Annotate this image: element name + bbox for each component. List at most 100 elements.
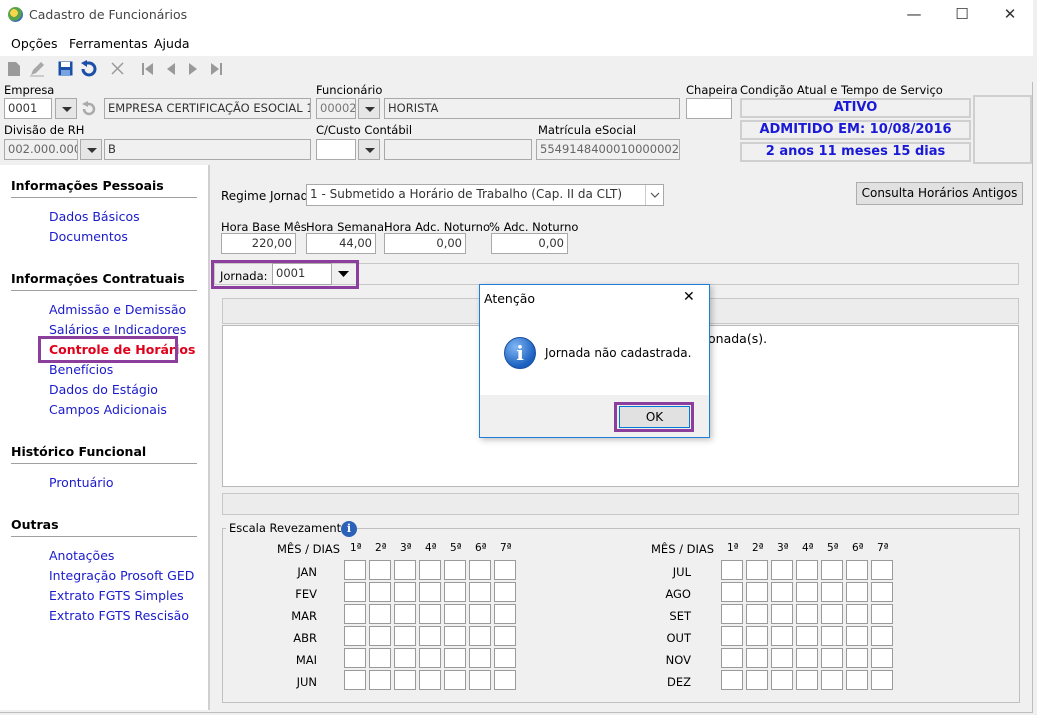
last-record-icon[interactable] (210, 63, 222, 75)
escala-cell[interactable] (721, 582, 743, 602)
escala-cell[interactable] (746, 670, 768, 690)
escala-cell[interactable] (394, 604, 416, 624)
sidebar-item-extrato-fgts-simples[interactable]: Extrato FGTS Simples (49, 588, 184, 603)
escala-cell[interactable] (419, 626, 441, 646)
escala-cell[interactable] (721, 560, 743, 580)
escala-cell[interactable] (871, 582, 893, 602)
escala-cell[interactable] (394, 560, 416, 580)
escala-cell[interactable] (494, 582, 516, 602)
escala-cell[interactable] (344, 626, 366, 646)
escala-cell[interactable] (796, 648, 818, 668)
escala-cell[interactable] (771, 670, 793, 690)
close-button[interactable]: ✕ (987, 3, 1033, 27)
escala-cell[interactable] (846, 560, 868, 580)
sidebar-item-dados-basicos[interactable]: Dados Básicos (49, 209, 140, 224)
divisao-dropdown-button[interactable] (80, 139, 102, 160)
escala-cell[interactable] (369, 670, 391, 690)
escala-cell[interactable] (796, 582, 818, 602)
escala-cell[interactable] (444, 560, 466, 580)
escala-cell[interactable] (494, 560, 516, 580)
sidebar-item-salarios[interactable]: Salários e Indicadores (49, 322, 186, 337)
escala-cell[interactable] (871, 604, 893, 624)
funcionario-code-field[interactable]: 00002 (316, 98, 356, 119)
escala-cell[interactable] (821, 560, 843, 580)
previous-record-icon[interactable] (166, 63, 176, 75)
next-record-icon[interactable] (188, 63, 198, 75)
escala-cell[interactable] (494, 670, 516, 690)
escala-cell[interactable] (344, 604, 366, 624)
escala-cell[interactable] (771, 582, 793, 602)
escala-cell[interactable] (444, 604, 466, 624)
delete-icon[interactable] (110, 61, 125, 76)
escala-cell[interactable] (821, 604, 843, 624)
edit-icon[interactable] (29, 61, 45, 77)
escala-cell[interactable] (846, 626, 868, 646)
escala-cell[interactable] (796, 670, 818, 690)
escala-cell[interactable] (444, 648, 466, 668)
empresa-code-field[interactable]: 0001 (4, 98, 52, 119)
hora-adc-noturno-field[interactable]: 0,00 (384, 233, 466, 254)
sidebar-item-prontuario[interactable]: Prontuário (49, 475, 114, 490)
escala-cell[interactable] (721, 626, 743, 646)
escala-cell[interactable] (796, 560, 818, 580)
escala-cell[interactable] (369, 560, 391, 580)
dialog-close-button[interactable]: ✕ (683, 289, 695, 305)
escala-cell[interactable] (846, 582, 868, 602)
escala-cell[interactable] (871, 648, 893, 668)
escala-cell[interactable] (369, 582, 391, 602)
escala-cell[interactable] (721, 648, 743, 668)
escala-cell[interactable] (394, 582, 416, 602)
menu-opcoes[interactable]: Opções (11, 36, 58, 51)
escala-cell[interactable] (721, 670, 743, 690)
chapeira-field[interactable] (686, 98, 732, 119)
escala-cell[interactable] (846, 670, 868, 690)
sidebar-item-campos-adicionais[interactable]: Campos Adicionais (49, 402, 167, 417)
escala-cell[interactable] (721, 604, 743, 624)
escala-cell[interactable] (394, 648, 416, 668)
sidebar-item-documentos[interactable]: Documentos (49, 229, 128, 244)
refresh-icon[interactable] (81, 101, 99, 116)
sidebar-item-admissao[interactable]: Admissão e Demissão (49, 302, 186, 317)
escala-cell[interactable] (871, 626, 893, 646)
sidebar-item-dados-estagio[interactable]: Dados do Estágio (49, 382, 158, 397)
escala-cell[interactable] (494, 626, 516, 646)
escala-cell[interactable] (494, 604, 516, 624)
custo-code-field[interactable] (316, 139, 356, 160)
escala-cell[interactable] (369, 604, 391, 624)
escala-cell[interactable] (444, 626, 466, 646)
escala-cell[interactable] (796, 626, 818, 646)
escala-cell[interactable] (821, 626, 843, 646)
escala-cell[interactable] (796, 604, 818, 624)
escala-cell[interactable] (469, 604, 491, 624)
escala-cell[interactable] (419, 582, 441, 602)
info-icon[interactable]: i (341, 521, 357, 537)
save-icon[interactable] (58, 61, 73, 76)
escala-cell[interactable] (871, 670, 893, 690)
new-document-icon[interactable] (7, 61, 21, 77)
sidebar-item-extrato-fgts-rescisao[interactable]: Extrato FGTS Rescisão (49, 608, 189, 623)
escala-cell[interactable] (746, 626, 768, 646)
escala-cell[interactable] (469, 582, 491, 602)
escala-cell[interactable] (871, 560, 893, 580)
escala-cell[interactable] (746, 582, 768, 602)
escala-cell[interactable] (469, 648, 491, 668)
menu-ajuda[interactable]: Ajuda (154, 36, 190, 51)
escala-cell[interactable] (771, 604, 793, 624)
escala-cell[interactable] (469, 626, 491, 646)
escala-cell[interactable] (344, 670, 366, 690)
escala-cell[interactable] (394, 626, 416, 646)
escala-cell[interactable] (771, 560, 793, 580)
hora-semanal-field[interactable]: 44,00 (306, 233, 376, 254)
escala-cell[interactable] (821, 582, 843, 602)
sidebar-item-anotacoes[interactable]: Anotações (49, 548, 114, 563)
escala-cell[interactable] (821, 670, 843, 690)
pct-adc-noturno-field[interactable]: 0,00 (491, 233, 568, 254)
regime-dropdown-arrow[interactable] (645, 185, 663, 205)
escala-cell[interactable] (444, 670, 466, 690)
consulta-horarios-button[interactable]: Consulta Horários Antigos (856, 182, 1023, 205)
regime-select[interactable]: 1 - Submetido a Horário de Trabalho (Cap… (306, 184, 664, 206)
escala-cell[interactable] (344, 582, 366, 602)
escala-cell[interactable] (444, 582, 466, 602)
escala-cell[interactable] (419, 604, 441, 624)
divisao-code-field[interactable]: 002.000.000 (4, 139, 78, 160)
